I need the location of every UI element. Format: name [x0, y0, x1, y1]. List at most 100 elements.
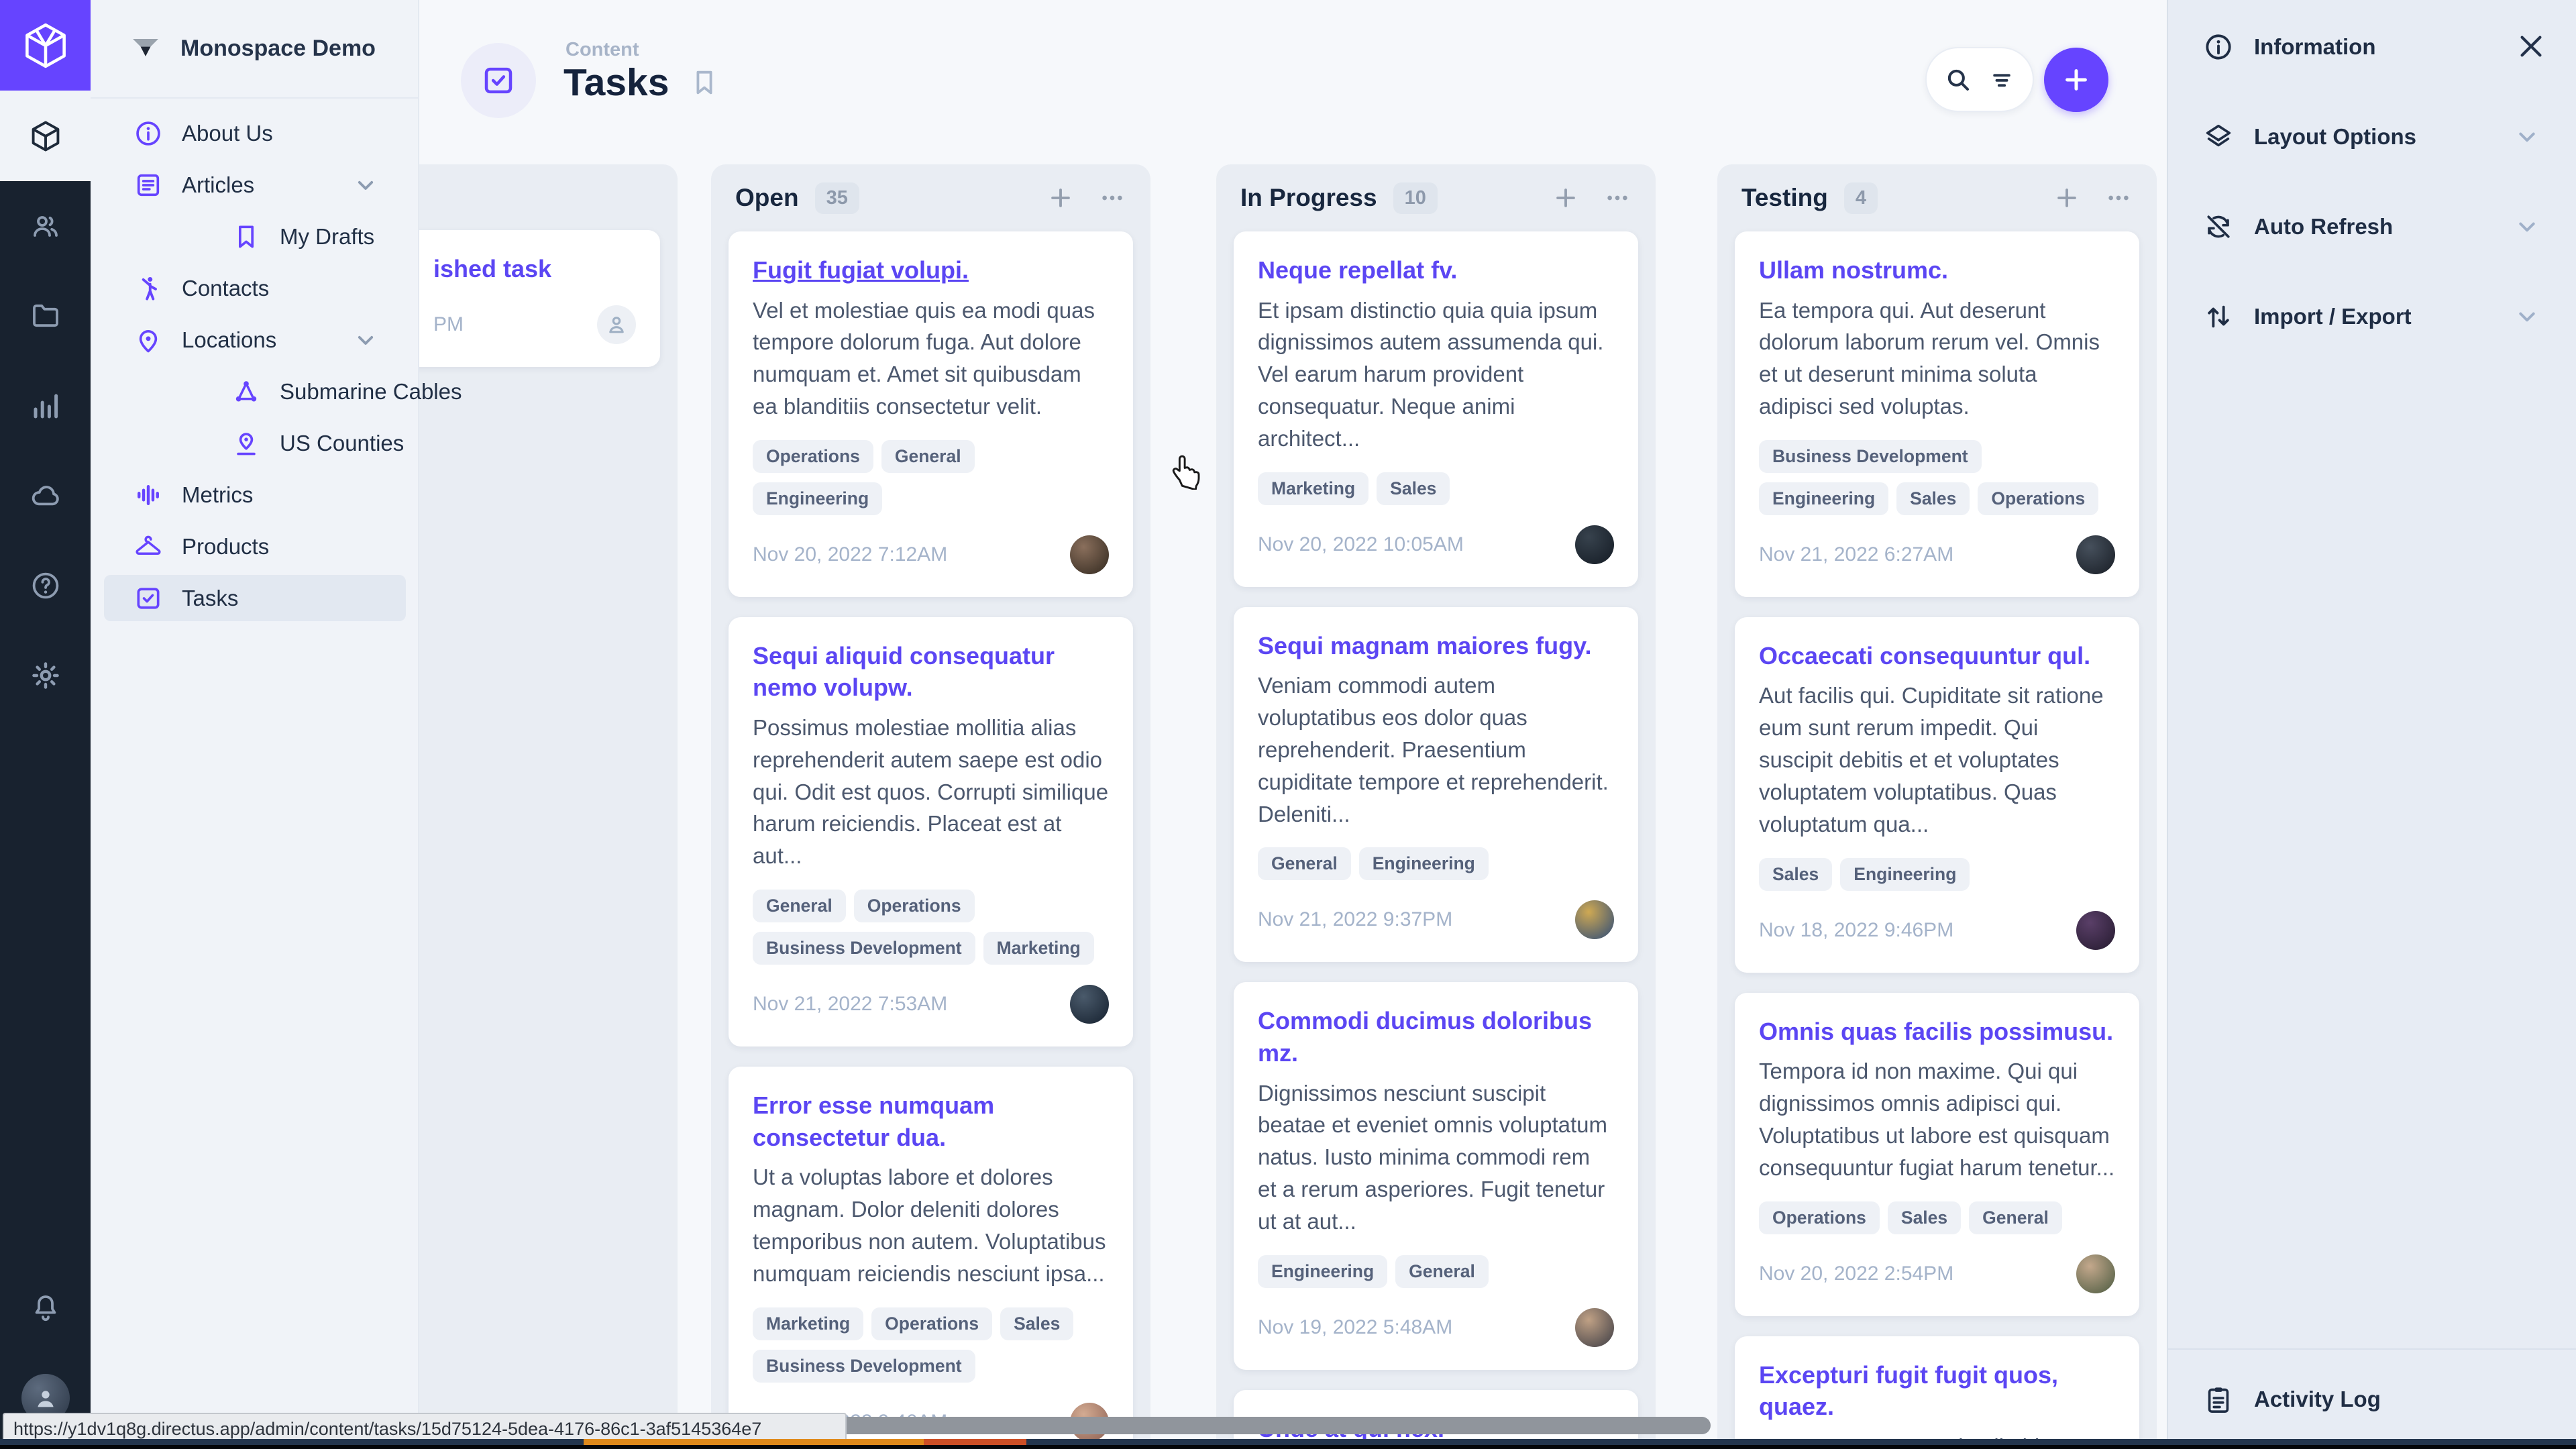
sidebar-item-label: US Counties: [280, 431, 404, 456]
horizontal-scrollbar[interactable]: [822, 1417, 1711, 1434]
module-users[interactable]: [0, 181, 91, 271]
task-card[interactable]: Neque repellat fv.Et ipsam distinctio qu…: [1234, 231, 1638, 587]
task-card-tags: SalesEngineering: [1759, 858, 2115, 891]
panel-section-information[interactable]: Information: [2168, 2, 2576, 92]
tag-chip: Business Development: [753, 1350, 975, 1383]
progress-strip-segment: [1026, 1439, 2576, 1445]
equalizer-icon: [133, 480, 163, 510]
task-card[interactable]: Fugit fugiat volupi. Vel et molestiae qui…: [729, 231, 1133, 597]
sidebar-item-products[interactable]: Products: [91, 521, 418, 572]
column-menu-icon[interactable]: [1098, 184, 1126, 212]
task-card[interactable]: Occaecati consequuntur qul.Aut facilis q…: [1735, 617, 2139, 973]
task-card-title[interactable]: Error esse numquam consectetur dua.: [753, 1089, 1109, 1153]
project-switcher[interactable]: Monospace Demo: [91, 0, 418, 99]
notifications-button[interactable]: [0, 1263, 91, 1353]
task-card-title[interactable]: Occaecati consequuntur qul.: [1759, 640, 2115, 672]
task-card[interactable]: ished task PM: [419, 230, 660, 367]
sidebar-item-my-drafts[interactable]: My Drafts: [91, 211, 418, 262]
sidebar-item-us-counties[interactable]: US Counties: [91, 417, 418, 469]
task-card-meta: Nov 21, 2022 6:27AM: [1759, 535, 2115, 574]
sidebar-item-articles[interactable]: Articles: [91, 159, 418, 211]
task-card-meta: PM: [433, 305, 636, 344]
map-pin-icon: [133, 325, 163, 355]
panel-section-import-export[interactable]: Import / Export: [2168, 272, 2576, 362]
task-card-date: Nov 21, 2022 9:37PM: [1258, 908, 1452, 931]
sidebar-item-submarine-cables[interactable]: Submarine Cables: [91, 366, 418, 417]
task-card[interactable]: Excepturi fugit fugit quos, quaez.Ipsa n…: [1735, 1336, 2139, 1449]
sidebar-item-contacts[interactable]: Contacts: [91, 262, 418, 314]
task-card-meta: Nov 21, 2022 9:37PM: [1258, 900, 1614, 939]
task-card-tags: GeneralEngineering: [1258, 847, 1614, 880]
task-card[interactable]: Error esse numquam consectetur dua.Ut a …: [729, 1067, 1133, 1449]
task-card-description: Veniam commodi autem voluptatibus eos do…: [1258, 669, 1614, 830]
sync-disabled-icon: [2203, 211, 2234, 242]
sidebar-item-metrics[interactable]: Metrics: [91, 469, 418, 521]
task-card-tags: OperationsGeneralEngineering: [753, 440, 1109, 515]
task-card-title[interactable]: Fugit fugiat volupi.: [753, 254, 1109, 286]
import-export-icon: [2203, 301, 2234, 332]
sidebar-item-activity-log[interactable]: Activity Log: [2168, 1348, 2576, 1449]
module-cloud[interactable]: [0, 451, 91, 541]
task-card-title[interactable]: Neque repellat fv.: [1258, 254, 1614, 286]
module-settings-gear[interactable]: [0, 631, 91, 720]
task-card-title[interactable]: Sequi magnam maiores fugy.: [1258, 630, 1614, 662]
sidebar-item-label: About Us: [182, 121, 273, 146]
task-card[interactable]: Ullam nostrumc.Ea tempora qui. Aut deser…: [1735, 231, 2139, 597]
cube-wireframe-icon: [19, 19, 72, 72]
module-content-active[interactable]: [0, 91, 91, 181]
avatar: [1575, 525, 1614, 564]
task-card[interactable]: Commodi ducimus doloribus mz.Dignissimos…: [1234, 982, 1638, 1369]
column-menu-icon[interactable]: [2104, 184, 2133, 212]
task-card-title[interactable]: Sequi aliquid consequatur nemo volupw.: [753, 640, 1109, 704]
task-card-meta: Nov 20, 2022 7:12AM: [753, 535, 1109, 574]
module-help[interactable]: [0, 541, 91, 631]
chevron-down-icon: [2513, 303, 2541, 331]
column-actions: [1046, 183, 1126, 213]
task-card-description: Vel et molestiae quis ea modi quas tempo…: [753, 294, 1109, 423]
column-add-icon[interactable]: [1046, 183, 1075, 213]
tag-chip: Sales: [1377, 472, 1450, 505]
column-title: Open: [735, 184, 799, 212]
bookmark-icon[interactable]: [689, 67, 720, 98]
panel-section-label: Information: [2254, 34, 2375, 60]
panel-section-auto-refresh[interactable]: Auto Refresh: [2168, 182, 2576, 272]
sidebar-item-about-us[interactable]: About Us: [91, 107, 418, 159]
column-add-icon[interactable]: [1551, 183, 1580, 213]
module-insights[interactable]: [0, 361, 91, 451]
task-card-title[interactable]: Excepturi fugit fugit quos, quaez.: [1759, 1359, 2115, 1423]
sidebar-item-tasks[interactable]: Tasks: [91, 572, 418, 624]
files-folder-icon: [30, 300, 62, 332]
module-files-folder[interactable]: [0, 271, 91, 361]
task-card[interactable]: Sequi aliquid consequatur nemo volupw.Po…: [729, 617, 1133, 1046]
tag-chip: Business Development: [753, 932, 975, 965]
breadcrumb: Content: [566, 39, 639, 61]
checkbox-icon: [133, 584, 163, 613]
help-icon: [30, 570, 62, 602]
column-menu-icon[interactable]: [1603, 184, 1631, 212]
tag-chip: Engineering: [753, 482, 882, 515]
panel-section-layout-options[interactable]: Layout Options: [2168, 92, 2576, 182]
task-card-date: Nov 20, 2022 2:54PM: [1759, 1263, 1953, 1285]
column-count-badge: 4: [1844, 182, 1878, 214]
task-card-title[interactable]: Omnis quas facilis possimusu.: [1759, 1016, 2115, 1048]
column-add-icon[interactable]: [2052, 183, 2082, 213]
search-filter-control[interactable]: [1925, 47, 2034, 112]
tag-chip: Operations: [1759, 1201, 1880, 1234]
tag-chip: General: [1969, 1201, 2062, 1234]
tag-chip: Engineering: [1359, 847, 1489, 880]
task-card[interactable]: Omnis quas facilis possimusu.Tempora id …: [1735, 993, 2139, 1316]
task-card-title[interactable]: Commodi ducimus doloribus mz.: [1258, 1005, 1614, 1069]
tag-chip: Sales: [1888, 1201, 1961, 1234]
app-logo[interactable]: [0, 0, 91, 91]
task-card-title[interactable]: ished task: [433, 253, 636, 285]
filter-icon: [1988, 66, 2015, 93]
column-header: Open35: [711, 164, 1150, 231]
avatar: [2076, 1254, 2115, 1293]
task-card[interactable]: Sequi magnam maiores fugy. Veniam commodi…: [1234, 607, 1638, 963]
task-card-title[interactable]: Ullam nostrumc.: [1759, 254, 2115, 286]
video-progress-strip: [0, 1439, 2576, 1445]
add-item-button[interactable]: [2044, 48, 2108, 112]
avatar: [1070, 535, 1109, 574]
sidebar-item-locations[interactable]: Locations: [91, 314, 418, 366]
task-card-meta: Nov 20, 2022 10:05AM: [1258, 525, 1614, 564]
